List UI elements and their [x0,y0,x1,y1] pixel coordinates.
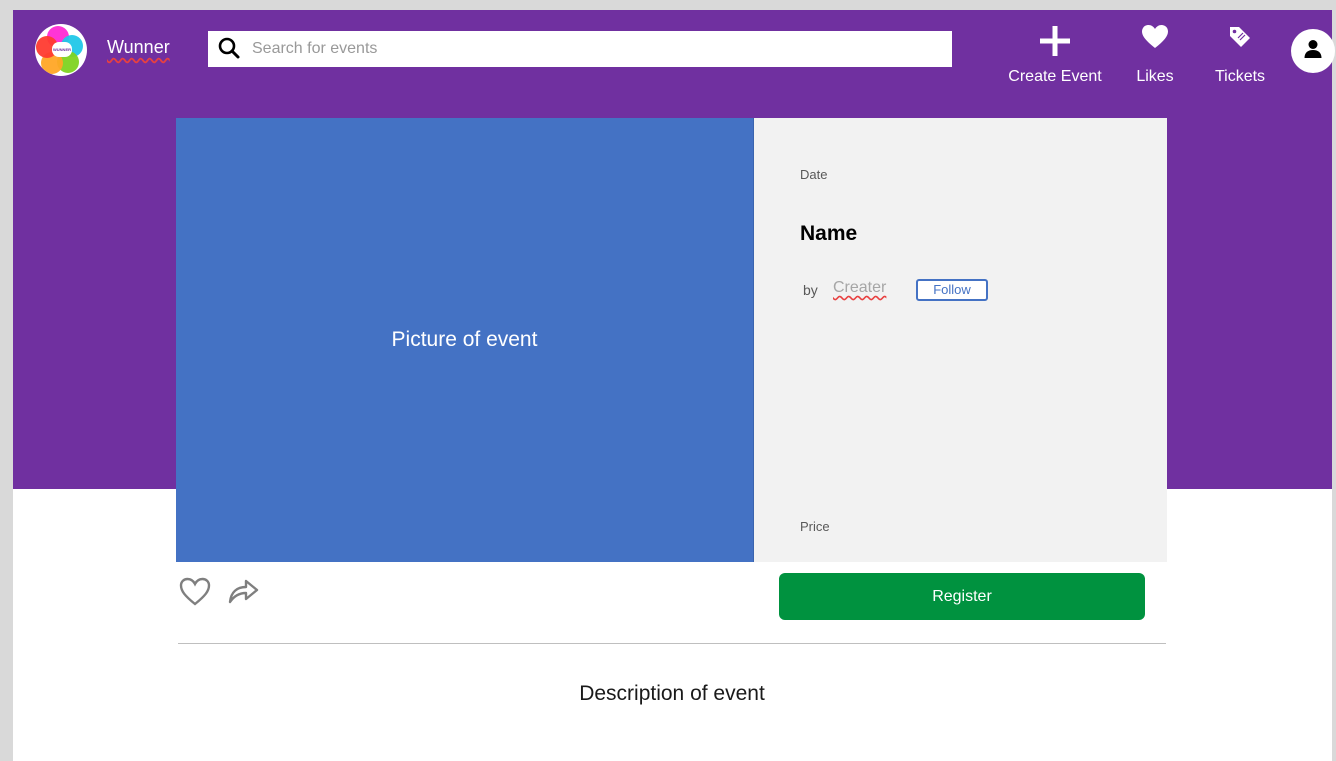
brand-link[interactable]: Wunner [107,37,170,58]
divider [178,643,1166,644]
event-picture: Picture of event [176,118,754,562]
event-name: Name [800,222,858,245]
creator-link[interactable]: Creater [833,279,886,297]
nav-tickets-label: Tickets [1214,68,1266,85]
event-card: Picture of event Date Name by Creater Fo… [176,118,1167,562]
ticket-tag-icon [1210,24,1270,62]
nav-likes[interactable]: Likes [1134,24,1176,86]
search-icon [208,31,252,67]
event-actions [178,576,260,608]
logo-text: WUNNER [52,42,72,57]
nav-tickets[interactable]: Tickets [1210,24,1270,86]
wunner-logo[interactable]: WUNNER [35,24,87,76]
event-info-panel: Date Name by Creater Follow Price [754,118,1167,562]
heart-icon [1134,24,1176,62]
share-arrow-icon[interactable] [226,576,260,608]
by-label: by [803,282,818,298]
plus-icon [1004,24,1106,62]
event-price: Price [800,519,830,534]
nav-create-event[interactable]: Create Event [1004,24,1106,86]
nav-create-event-label: Create Event [1008,68,1102,85]
event-picture-label: Picture of event [391,328,538,351]
like-heart-icon[interactable] [178,576,212,608]
search-input[interactable] [252,32,952,66]
account-button[interactable] [1291,29,1335,73]
event-date: Date [800,167,828,182]
event-description: Description of event [579,682,765,705]
nav-likes-label: Likes [1136,68,1174,85]
follow-button[interactable]: Follow [916,279,988,301]
user-icon [1302,38,1324,65]
register-button[interactable]: Register [779,573,1145,620]
search-bar[interactable] [208,31,952,67]
